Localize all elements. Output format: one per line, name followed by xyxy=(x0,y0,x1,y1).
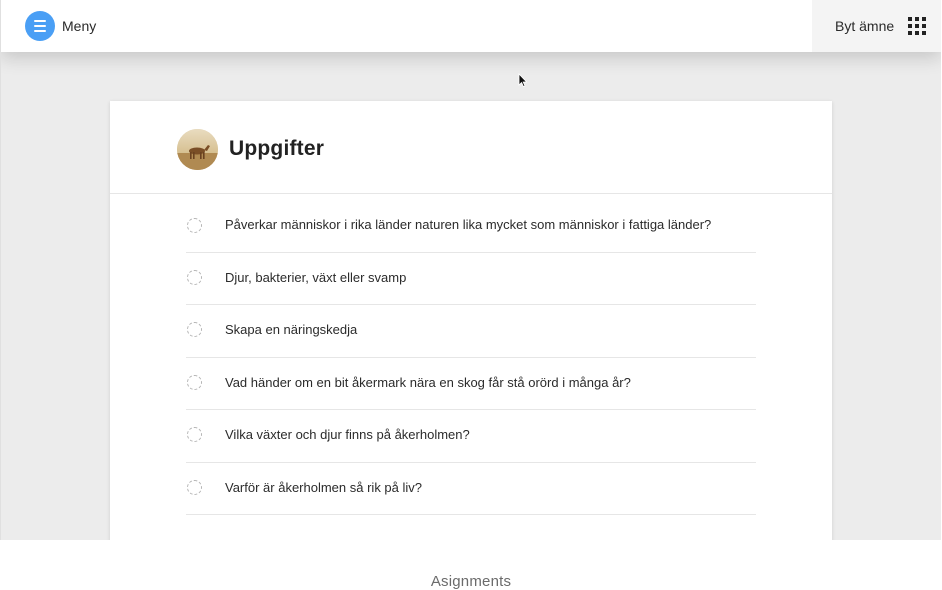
footer-label: Asignments xyxy=(430,573,512,590)
dashed-circle-icon xyxy=(187,374,202,390)
assignments-card: Uppgifter Påverkar människor i rika länd… xyxy=(110,101,832,540)
task-label: Skapa en näringskedja xyxy=(225,322,358,338)
dashed-circle-icon xyxy=(187,217,202,233)
task-item[interactable]: Djur, bakterier, växt eller svamp xyxy=(186,253,756,306)
task-list: Påverkar människor i rika länder naturen… xyxy=(186,217,756,515)
top-bar: Meny Byt ämne xyxy=(1,0,941,52)
task-label: Påverkar människor i rika länder naturen… xyxy=(225,217,712,232)
task-item[interactable]: Vad händer om en bit åkermark nära en sk… xyxy=(186,358,756,411)
dashed-circle-icon xyxy=(187,322,202,338)
left-edge-divider xyxy=(0,0,1,540)
dashed-circle-icon xyxy=(187,479,202,495)
menu-button[interactable]: Meny xyxy=(25,11,96,41)
menu-label: Meny xyxy=(62,18,97,34)
change-subject-button[interactable]: Byt ämne xyxy=(812,0,941,52)
hamburger-menu-icon[interactable] xyxy=(25,11,55,41)
app-grid-icon xyxy=(908,17,927,35)
page-title: Uppgifter xyxy=(229,137,325,160)
task-item[interactable]: Påverkar människor i rika länder naturen… xyxy=(186,217,756,253)
task-item[interactable]: Skapa en näringskedja xyxy=(186,305,756,358)
task-label: Djur, bakterier, växt eller svamp xyxy=(225,270,407,285)
app-viewport: Meny Byt ämne Uppgifter Påverkar människ… xyxy=(1,0,941,540)
task-label: Vilka växter och djur finns på åkerholme… xyxy=(225,427,470,443)
task-item[interactable]: Vilka växter och djur finns på åkerholme… xyxy=(186,410,756,463)
subject-avatar xyxy=(177,129,218,170)
mouse-cursor-icon xyxy=(518,73,528,88)
task-label: Vad händer om en bit åkermark nära en sk… xyxy=(225,374,631,390)
card-header: Uppgifter xyxy=(110,101,832,194)
task-label: Varför är åkerholmen så rik på liv? xyxy=(225,479,423,495)
footer-bar: Asignments xyxy=(0,541,942,590)
change-subject-label: Byt ämne xyxy=(835,18,895,34)
dashed-circle-icon xyxy=(187,270,202,285)
dashed-circle-icon xyxy=(187,427,202,443)
task-item[interactable]: Varför är åkerholmen så rik på liv? xyxy=(186,463,756,515)
